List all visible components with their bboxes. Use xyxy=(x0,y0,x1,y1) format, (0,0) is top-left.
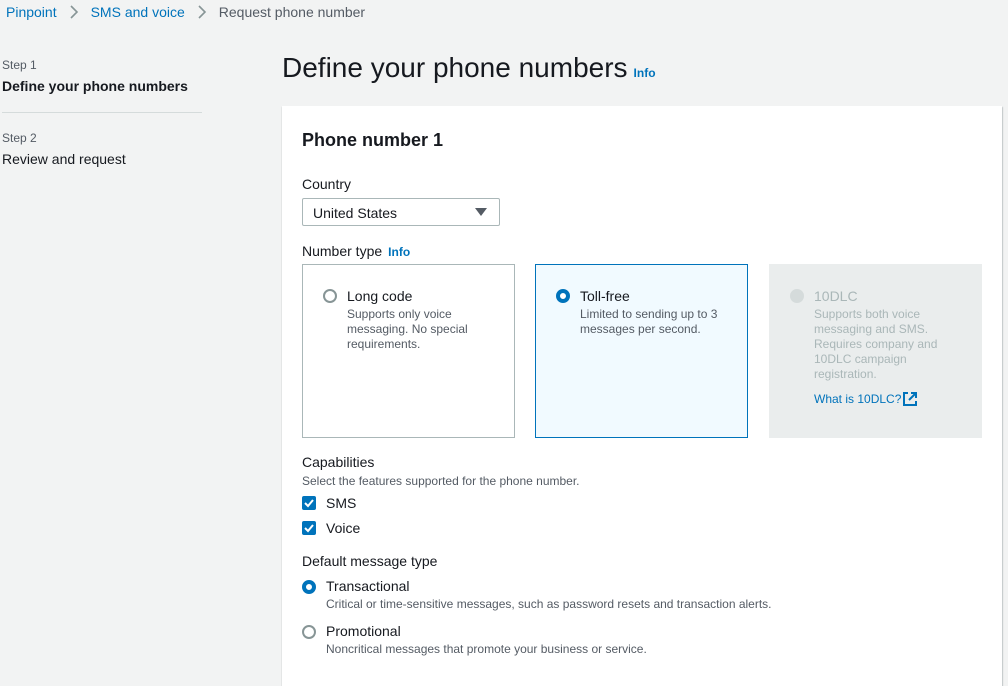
capabilities-label: Capabilities xyxy=(302,454,375,470)
breadcrumb-pinpoint[interactable]: Pinpoint xyxy=(6,4,57,20)
10dlc-radio xyxy=(790,289,804,303)
chevron-right-icon xyxy=(198,5,206,19)
step-1-title: Define your phone numbers xyxy=(2,78,188,94)
long-code-desc: Supports only voice messaging. No specia… xyxy=(347,307,468,351)
toll-free-title: Toll-free xyxy=(580,288,630,304)
page-title-text: Define your phone numbers xyxy=(282,52,628,83)
breadcrumb: Pinpoint SMS and voice Request phone num… xyxy=(6,4,365,20)
sms-checkbox[interactable] xyxy=(302,496,316,510)
tile-10dlc: 10DLC Supports both voice messaging and … xyxy=(769,264,982,438)
step-divider xyxy=(2,112,202,113)
step-2: Step 2 Review and request xyxy=(2,131,202,167)
10dlc-desc: Supports both voice messaging and SMS. R… xyxy=(814,307,938,381)
page-title: Define your phone numbers Info xyxy=(282,52,656,84)
voice-checkbox-row[interactable]: Voice xyxy=(302,520,360,536)
promotional-radio[interactable] xyxy=(302,625,316,639)
step-1-number: Step 1 xyxy=(2,58,37,72)
page-info-link[interactable]: Info xyxy=(634,66,656,80)
promotional-label: Promotional xyxy=(326,623,401,639)
wizard-steps: Step 1 Define your phone numbers Step 2 … xyxy=(2,58,202,167)
voice-label: Voice xyxy=(326,520,361,536)
toll-free-radio[interactable] xyxy=(556,289,570,303)
long-code-radio[interactable] xyxy=(323,289,337,303)
breadcrumb-current: Request phone number xyxy=(218,4,366,20)
breadcrumb-sms-and-voice[interactable]: SMS and voice xyxy=(91,4,185,20)
10dlc-title: 10DLC xyxy=(814,288,858,304)
number-type-label-row: Number type Info xyxy=(302,243,410,259)
transactional-radio[interactable] xyxy=(302,580,316,594)
phone-number-panel: Phone number 1 Country United States Num… xyxy=(282,106,1002,686)
country-label: Country xyxy=(302,176,352,192)
step-2-title[interactable]: Review and request xyxy=(2,151,202,167)
step-1: Step 1 Define your phone numbers xyxy=(2,58,202,94)
caret-down-icon xyxy=(475,208,487,216)
step-2-number: Step 2 xyxy=(2,131,37,145)
country-select[interactable]: United States xyxy=(302,198,500,226)
transactional-label: Transactional xyxy=(326,578,410,594)
sms-checkbox-row[interactable]: SMS xyxy=(302,495,356,511)
toll-free-desc: Limited to sending up to 3 messages per … xyxy=(580,307,718,336)
voice-checkbox[interactable] xyxy=(302,521,316,535)
long-code-title: Long code xyxy=(347,288,413,304)
message-type-label: Default message type xyxy=(302,553,438,569)
sms-label: SMS xyxy=(326,495,357,511)
transactional-desc: Critical or time-sensitive messages, suc… xyxy=(326,597,772,611)
checkmark-icon xyxy=(304,524,314,533)
chevron-right-icon xyxy=(70,5,78,19)
panel-title: Phone number 1 xyxy=(302,130,444,150)
number-type-info-link[interactable]: Info xyxy=(388,245,410,259)
promotional-desc: Noncritical messages that promote your b… xyxy=(326,642,647,656)
tile-toll-free[interactable]: Toll-free Limited to sending up to 3 mes… xyxy=(535,264,748,438)
capabilities-desc: Select the features supported for the ph… xyxy=(302,474,580,488)
what-is-10dlc-link[interactable]: What is 10DLC? xyxy=(814,391,918,407)
number-type-label: Number type xyxy=(302,243,383,259)
checkmark-icon xyxy=(304,499,314,508)
country-select-value: United States xyxy=(313,205,398,221)
external-link-icon xyxy=(903,392,918,406)
what-is-10dlc-label: What is 10DLC? xyxy=(814,392,902,406)
tile-long-code[interactable]: Long code Supports only voice messaging.… xyxy=(302,264,515,438)
